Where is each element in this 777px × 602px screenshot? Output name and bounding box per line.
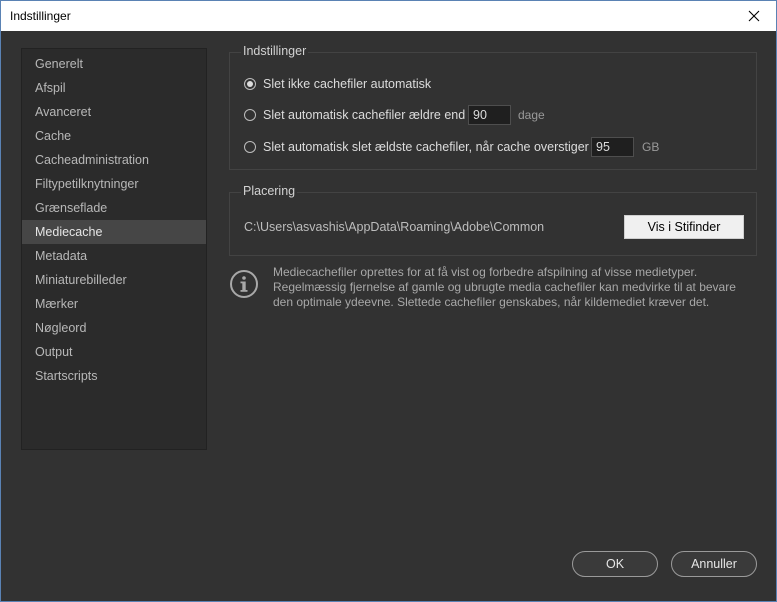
sidebar-item-cacheadministration[interactable]: Cacheadministration bbox=[22, 148, 206, 172]
settings-group-title: Indstillinger bbox=[241, 44, 309, 58]
delete-older-than-radio[interactable] bbox=[244, 109, 256, 121]
sidebar-item-graenseflade[interactable]: Grænseflade bbox=[22, 196, 206, 220]
sidebar-item-miniaturebilleder[interactable]: Miniaturebilleder bbox=[22, 268, 206, 292]
reveal-in-explorer-button[interactable]: Vis i Stifinder bbox=[624, 215, 744, 239]
option-delete-over-size: Slet automatisk slet ældste cachefiler, … bbox=[244, 136, 589, 158]
info-icon bbox=[230, 270, 258, 298]
sidebar-item-filtypetilknytninger[interactable]: Filtypetilknytninger bbox=[22, 172, 206, 196]
sidebar-item-avanceret[interactable]: Avanceret bbox=[22, 100, 206, 124]
option-delete-older-than: Slet automatisk cachefiler ældre end bbox=[244, 104, 465, 126]
title-bar[interactable]: Indstillinger bbox=[1, 1, 776, 31]
sidebar-item-cache[interactable]: Cache bbox=[22, 124, 206, 148]
size-input[interactable] bbox=[591, 137, 634, 157]
info-line: Mediecachefiler oprettes for at få vist … bbox=[273, 265, 698, 279]
info-line: den optimale ydeevne. Slettede cachefile… bbox=[273, 295, 710, 309]
days-unit: dage bbox=[518, 108, 545, 122]
preferences-dialog: Indstillinger Generelt Afspil Avanceret … bbox=[0, 0, 777, 602]
option-no-auto-delete: Slet ikke cachefiler automatisk bbox=[244, 73, 431, 95]
dialog-body: Generelt Afspil Avanceret Cache Cacheadm… bbox=[1, 31, 776, 601]
close-icon bbox=[748, 10, 760, 22]
info-line: Regelmæssig fjernelse af gamle og ubrugt… bbox=[273, 280, 736, 294]
category-list: Generelt Afspil Avanceret Cache Cacheadm… bbox=[21, 48, 207, 450]
close-button[interactable] bbox=[732, 1, 776, 31]
delete-over-size-label: Slet automatisk slet ældste cachefiler, … bbox=[263, 140, 589, 154]
location-group-title: Placering bbox=[241, 184, 298, 198]
sidebar-item-afspil[interactable]: Afspil bbox=[22, 76, 206, 100]
info-description: Mediecachefiler oprettes for at få vist … bbox=[273, 265, 753, 310]
size-unit: GB bbox=[642, 140, 660, 154]
days-input[interactable] bbox=[468, 105, 511, 125]
no-auto-delete-label: Slet ikke cachefiler automatisk bbox=[263, 77, 432, 91]
sidebar-item-startscripts[interactable]: Startscripts bbox=[22, 364, 206, 388]
cache-path: C:\Users\asvashis\AppData\Roaming\Adobe\… bbox=[244, 220, 545, 234]
sidebar-item-generelt[interactable]: Generelt bbox=[22, 52, 206, 76]
no-auto-delete-radio[interactable] bbox=[244, 78, 256, 90]
delete-over-size-radio[interactable] bbox=[244, 141, 256, 153]
sidebar-item-metadata[interactable]: Metadata bbox=[22, 244, 206, 268]
sidebar-item-output[interactable]: Output bbox=[22, 340, 206, 364]
sidebar-item-mediecache[interactable]: Mediecache bbox=[22, 220, 206, 244]
ok-button[interactable]: OK bbox=[572, 551, 658, 577]
window-title: Indstillinger bbox=[10, 9, 71, 23]
sidebar-item-noegleord[interactable]: Nøgleord bbox=[22, 316, 206, 340]
delete-older-than-label: Slet automatisk cachefiler ældre end bbox=[263, 108, 466, 122]
sidebar-item-maerker[interactable]: Mærker bbox=[22, 292, 206, 316]
cancel-button[interactable]: Annuller bbox=[671, 551, 757, 577]
